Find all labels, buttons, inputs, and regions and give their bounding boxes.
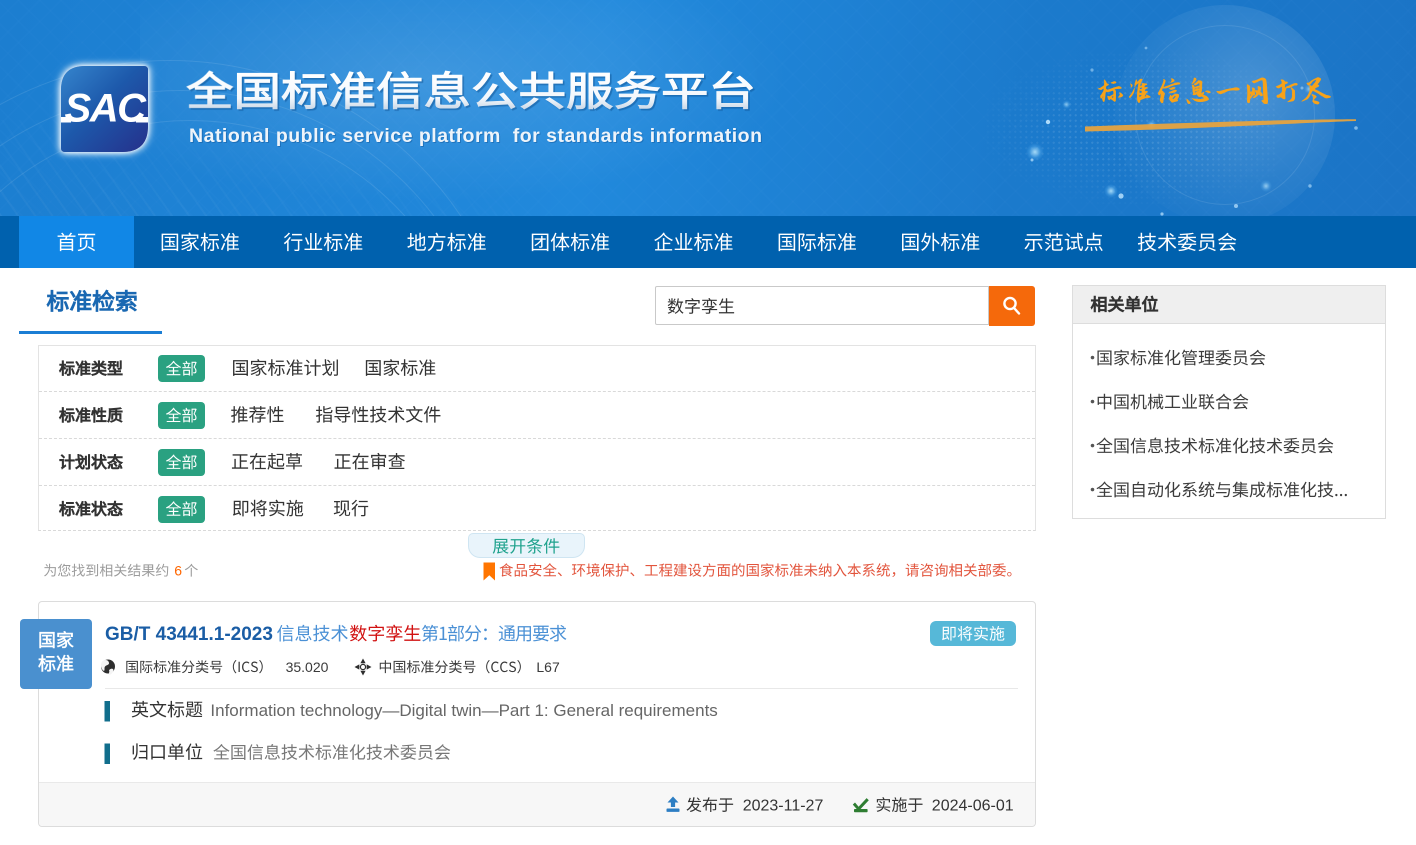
svg-text:6: 6 <box>174 563 182 579</box>
